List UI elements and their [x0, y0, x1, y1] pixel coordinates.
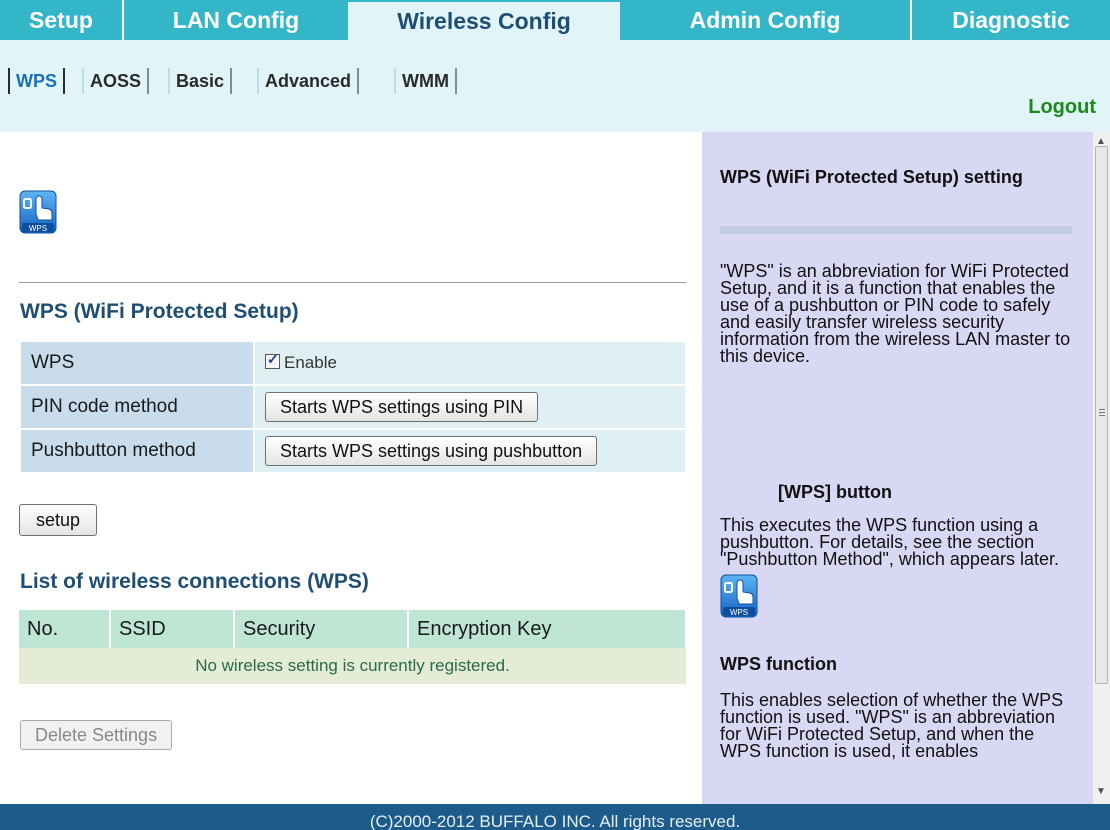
grip-line [1099, 409, 1105, 410]
help-button-text: This executes the WPS function using a p… [720, 515, 1059, 569]
pin-method-label: PIN code method [19, 384, 255, 430]
help-scrollbar[interactable]: ▲ ▼ [1092, 132, 1110, 804]
grip-line [1099, 412, 1105, 413]
wps-enable-label: WPS [19, 340, 255, 386]
help-button-heading: [WPS] button [778, 482, 892, 502]
pin-method-row: PIN code method Starts WPS settings usin… [19, 384, 687, 430]
pushbutton-method-label: Pushbutton method [19, 428, 255, 474]
wps-icon-label: WPS [730, 608, 748, 617]
main-content: WPS WPS (WiFi Protected Setup) WPS Enabl… [0, 132, 702, 804]
sub-navigation: WPS AOSS Basic Advanced WMM Logout [0, 40, 1110, 132]
wps-icon-label: WPS [29, 224, 47, 233]
pin-method-cell: Starts WPS settings using PIN [253, 384, 687, 430]
subtab-advanced[interactable]: Advanced [257, 68, 360, 94]
help-title: WPS (WiFi Protected Setup) setting [720, 167, 1023, 187]
wps-icon: WPS [720, 574, 758, 618]
start-wps-pushbutton-button[interactable]: Starts WPS settings using pushbutton [265, 436, 598, 466]
tab-diagnostic[interactable]: Diagnostic [912, 0, 1110, 40]
wps-section-title: WPS (WiFi Protected Setup) [20, 300, 299, 323]
wireless-connections-table: No. SSID Security Encryption Key No wire… [19, 610, 687, 684]
scrollbar-thumb[interactable] [1095, 146, 1108, 684]
tab-admin-config[interactable]: Admin Config [620, 0, 910, 40]
column-header-no: No. [19, 610, 111, 648]
delete-settings-button[interactable]: Delete Settings [20, 720, 173, 750]
wps-icon: WPS [19, 190, 57, 234]
pushbutton-method-cell: Starts WPS settings using pushbutton [253, 428, 687, 474]
column-header-encryption-key: Encryption Key [408, 610, 687, 648]
table-row: No wireless setting is currently registe… [19, 648, 686, 684]
enable-checkbox-label: Enable [284, 353, 337, 372]
wps-enable-checkbox[interactable] [265, 351, 280, 369]
subtab-aoss[interactable]: AOSS [82, 68, 150, 94]
table-header-row: No. SSID Security Encryption Key [19, 610, 687, 648]
subtab-basic[interactable]: Basic [168, 68, 233, 94]
tab-wireless-config[interactable]: Wireless Config [348, 2, 620, 40]
grip-line [1099, 415, 1105, 416]
section-divider [19, 282, 686, 283]
setup-button[interactable]: setup [19, 504, 98, 536]
tab-lan-config[interactable]: LAN Config [124, 0, 348, 40]
copyright-footer: (C)2000-2012 BUFFALO INC. All rights res… [0, 804, 1110, 830]
wps-settings-table: WPS Enable PIN code method Starts WPS se… [19, 340, 687, 474]
start-wps-pin-button[interactable]: Starts WPS settings using PIN [265, 392, 539, 422]
logout-link[interactable]: Logout [1028, 96, 1096, 119]
scroll-down-icon[interactable]: ▼ [1096, 786, 1106, 797]
empty-table-message: No wireless setting is currently registe… [19, 648, 686, 684]
help-intro-text: "WPS" is an abbreviation for WiFi Protec… [720, 261, 1071, 366]
wps-enable-row: WPS Enable [19, 340, 687, 386]
help-function-text: This enables selection of whether the WP… [720, 690, 1064, 761]
pushbutton-method-row: Pushbutton method Starts WPS settings us… [19, 428, 687, 474]
help-panel: WPS (WiFi Protected Setup) setting "WPS"… [702, 132, 1092, 804]
connections-section-title: List of wireless connections (WPS) [20, 570, 369, 593]
help-divider [720, 226, 1072, 234]
column-header-ssid: SSID [110, 610, 235, 648]
wps-enable-cell: Enable [253, 340, 687, 386]
subtab-wmm[interactable]: WMM [394, 68, 457, 94]
tab-setup[interactable]: Setup [0, 0, 122, 40]
help-function-heading: WPS function [720, 654, 837, 674]
subtab-wps[interactable]: WPS [8, 68, 66, 94]
column-header-security: Security [234, 610, 409, 648]
